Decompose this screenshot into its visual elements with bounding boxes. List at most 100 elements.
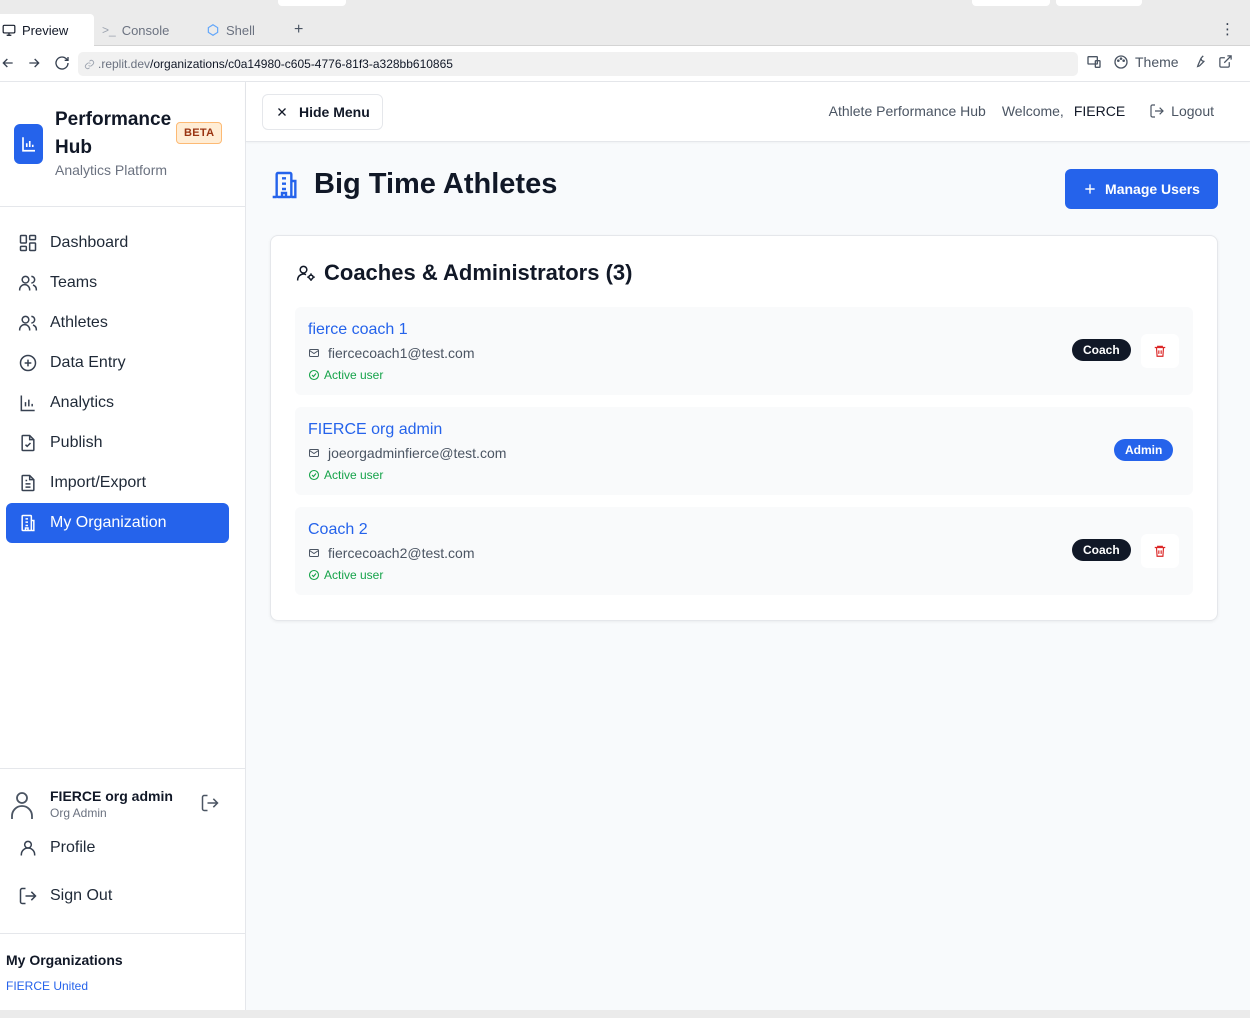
welcome-text: Welcome, <box>1001 103 1064 119</box>
sidebar-item-import-export[interactable]: Import/Export <box>6 463 229 503</box>
forward-icon[interactable] <box>26 55 42 71</box>
orgs-title: My Organizations <box>6 952 123 968</box>
member-email-text: fiercecoach1@test.com <box>328 345 475 361</box>
sidebar-item-athletes[interactable]: Athletes <box>6 303 229 343</box>
manage-users-button[interactable]: Manage Users <box>1065 169 1218 209</box>
file-check-icon <box>18 433 38 453</box>
member-name[interactable]: FIERCE org admin <box>308 421 442 439</box>
building-icon <box>270 169 302 201</box>
check-circle-icon <box>308 569 320 581</box>
brand-title: Performance Hub <box>55 109 172 158</box>
sidebar-item-label: Data Entry <box>50 354 126 371</box>
sidebar-item-publish[interactable]: Publish <box>6 423 229 463</box>
user-block: FIERCE org admin Org Admin Profile Sign … <box>0 768 245 934</box>
plus-icon <box>1083 182 1097 196</box>
sign-out-label: Sign Out <box>50 887 113 904</box>
member-status: Active user <box>308 368 383 382</box>
more-options-icon[interactable]: ⋮ <box>1220 20 1235 38</box>
member-name[interactable]: Coach 2 <box>308 521 368 539</box>
member-name[interactable]: fierce coach 1 <box>308 321 408 339</box>
url-path: /organizations/c0a14980-c605-4776-81f3-a… <box>150 57 453 71</box>
sidebar-item-label: Analytics <box>50 394 115 411</box>
palette-icon <box>1113 54 1129 70</box>
monitor-icon <box>2 23 16 37</box>
plus-circle-icon <box>18 353 38 373</box>
logout-icon[interactable] <box>200 793 220 813</box>
member-status-text: Active user <box>324 368 384 382</box>
delete-member-button[interactable] <box>1141 534 1179 568</box>
url-host: .replit.dev <box>98 57 151 71</box>
tab-label: Console <box>121 22 170 38</box>
profile-link[interactable]: Profile <box>18 838 95 858</box>
profile-label: Profile <box>50 839 96 856</box>
check-circle-icon <box>308 469 320 481</box>
tab-console[interactable]: >_ Console <box>94 14 198 46</box>
mail-icon <box>308 447 320 459</box>
sidebar-nav: Dashboard Teams Athletes Data Entry Anal… <box>6 223 229 543</box>
member-email: fiercecoach1@test.com <box>308 345 475 361</box>
top-header: Hide Menu Athlete Performance Hub Welcom… <box>246 82 1250 142</box>
tab-shell[interactable]: Shell <box>198 14 284 46</box>
page-title: Big Time Athletes <box>314 168 558 200</box>
brand-subtitle: Analytics Platform <box>55 162 168 178</box>
users-icon <box>18 313 38 333</box>
window-control <box>1056 0 1142 6</box>
sidebar-item-data-entry[interactable]: Data Entry <box>6 343 229 383</box>
delete-member-button[interactable] <box>1141 334 1179 368</box>
sidebar-item-dashboard[interactable]: Dashboard <box>6 223 229 263</box>
terminal-icon: >_ <box>102 23 116 37</box>
sidebar-item-label: My Organization <box>50 514 167 531</box>
window-control <box>278 0 346 6</box>
sidebar-item-analytics[interactable]: Analytics <box>6 383 229 423</box>
sidebar-item-label: Dashboard <box>50 234 129 251</box>
tab-label: Preview <box>22 22 69 38</box>
sign-out-link[interactable]: Sign Out <box>18 886 112 906</box>
sidebar-item-label: Teams <box>50 274 98 291</box>
shell-icon <box>206 23 220 37</box>
sidebar-item-teams[interactable]: Teams <box>6 263 229 303</box>
file-text-icon <box>18 473 38 493</box>
building-icon <box>18 513 38 533</box>
external-link-icon[interactable] <box>1218 54 1233 69</box>
hide-menu-button[interactable]: Hide Menu <box>262 94 383 130</box>
users-icon <box>18 273 38 293</box>
logout-button[interactable]: Logout <box>1149 103 1214 119</box>
sidebar-item-label: Athletes <box>50 314 108 331</box>
member-status: Active user <box>308 568 383 582</box>
brand: Performance Hub Analytics Platform BETA <box>0 82 245 207</box>
wrench-icon[interactable] <box>1192 54 1207 69</box>
manage-users-label: Manage Users <box>1105 181 1200 197</box>
member-status-text: Active user <box>324 468 384 482</box>
dashboard-icon <box>18 233 38 253</box>
theme-label: Theme <box>1135 54 1179 70</box>
close-icon <box>275 105 289 119</box>
app-root: Performance Hub Analytics Platform BETA … <box>0 82 1250 1010</box>
org-link[interactable]: FIERCE United <box>6 979 88 993</box>
logout-label: Logout <box>1171 103 1214 119</box>
card-title: Coaches & Administrators (3) <box>324 260 633 285</box>
devices-icon[interactable] <box>1086 54 1102 70</box>
new-tab-button[interactable]: + <box>294 21 303 39</box>
sidebar: Performance Hub Analytics Platform BETA … <box>0 82 246 1010</box>
header-right: Athlete Performance Hub Welcome, FIERCE … <box>829 103 1214 119</box>
tab-preview[interactable]: Preview <box>0 14 94 46</box>
sidebar-item-my-organization[interactable]: My Organization <box>6 503 229 543</box>
list-item: Coach 2 fiercecoach2@test.com Active use… <box>295 507 1193 595</box>
tab-label: Shell <box>226 22 255 38</box>
url-input[interactable]: .replit.dev/organizations/c0a14980-c605-… <box>78 52 1078 76</box>
member-status-text: Active user <box>324 568 384 582</box>
list-item: fierce coach 1 fiercecoach1@test.com Act… <box>295 307 1193 395</box>
bar-chart-icon <box>18 393 38 413</box>
logout-icon <box>1149 103 1165 119</box>
back-icon[interactable] <box>0 55 16 71</box>
trash-icon <box>1153 344 1167 358</box>
reload-icon[interactable] <box>54 55 70 71</box>
list-item: FIERCE org admin joeorgadminfierce@test.… <box>295 407 1193 495</box>
members-card: Coaches & Administrators (3) fierce coac… <box>270 235 1218 621</box>
app-name: Athlete Performance Hub <box>828 103 986 119</box>
hide-menu-label: Hide Menu <box>299 104 370 120</box>
theme-button[interactable]: Theme <box>1113 54 1179 70</box>
mail-icon <box>308 347 320 359</box>
member-email-text: joeorgadminfierce@test.com <box>328 445 507 461</box>
role-badge: Coach <box>1072 539 1131 561</box>
